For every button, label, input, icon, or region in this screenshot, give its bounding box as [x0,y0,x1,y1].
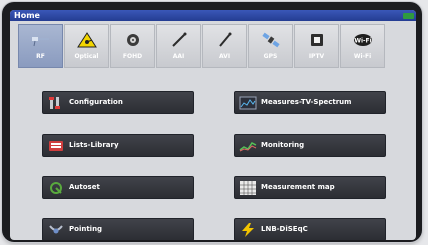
tab-iptv[interactable]: IPTV [294,24,339,68]
tools-icon [49,97,60,109]
module-tabs: RF Optical FOHD AAI AVI GPS IPTV Wi-Fi W… [18,24,410,68]
tab-label: IPTV [308,53,325,60]
tab-aai[interactable]: AAI [156,24,201,68]
tab-optical[interactable]: Optical [64,24,109,68]
dish-pointing-icon [49,225,63,234]
device-screen: Home RF Optical FOHD AAI AVI GPS IPTV Wi… [10,10,416,240]
button-label: Autoset [69,183,100,191]
lists-library-button[interactable]: Lists-Library [42,134,194,157]
tab-label: Optical [74,53,99,60]
map-grid-icon [240,181,256,195]
autoset-button[interactable]: Autoset [42,176,194,199]
wifi-icon: Wi-Fi [354,34,372,46]
probe-icon [172,32,187,47]
button-label: Measures-TV-Spectrum [261,98,352,106]
warning-laser-icon [77,32,97,48]
battery-icon [403,13,414,19]
antenna-icon [32,37,49,47]
tab-label: RF [36,53,45,60]
tab-avi[interactable]: AVI [202,24,247,68]
page-title: Home [14,11,40,20]
tab-label: Wi-Fi [353,53,372,60]
status-readout [299,10,329,20]
svg-text:Wi-Fi: Wi-Fi [354,38,371,45]
optical-fiber-icon [127,34,139,46]
button-label: Measurement map [261,183,335,191]
network-port-icon [311,34,323,46]
button-label: Pointing [69,225,103,233]
button-label: LNB-DiSEqC [261,225,308,233]
tab-gps[interactable]: GPS [248,24,293,68]
monitoring-icon [239,142,257,152]
lnb-diseqc-button[interactable]: LNB-DiSEqC [234,218,386,240]
spectrum-icon [239,96,257,110]
tab-label: AAI [172,53,185,60]
tab-label: FOHD [122,53,143,60]
tab-rf[interactable]: RF [18,24,63,68]
button-label: Monitoring [261,141,305,149]
device-frame: Home RF Optical FOHD AAI AVI GPS IPTV Wi… [2,2,422,242]
library-icon [49,141,63,151]
configuration-button[interactable]: Configuration [42,91,194,114]
pointing-button[interactable]: Pointing [42,218,194,240]
satellite-icon [262,32,280,48]
probe-icon [219,32,232,47]
measures-tv-spectrum-button[interactable]: Measures-TV-Spectrum [234,91,386,114]
monitoring-button[interactable]: Monitoring [234,134,386,157]
button-label: Configuration [69,98,123,106]
tab-wifi[interactable]: Wi-Fi Wi-Fi [340,24,385,68]
tab-fohd[interactable]: FOHD [110,24,155,68]
tab-label: GPS [263,53,278,60]
button-label: Lists-Library [69,141,119,149]
title-bar: Home [10,10,416,21]
lightning-icon [242,223,254,237]
tab-label: AVI [218,53,231,60]
status-line-2 [299,15,329,20]
measurement-map-button[interactable]: Measurement map [234,176,386,199]
autoset-icon [50,182,62,194]
